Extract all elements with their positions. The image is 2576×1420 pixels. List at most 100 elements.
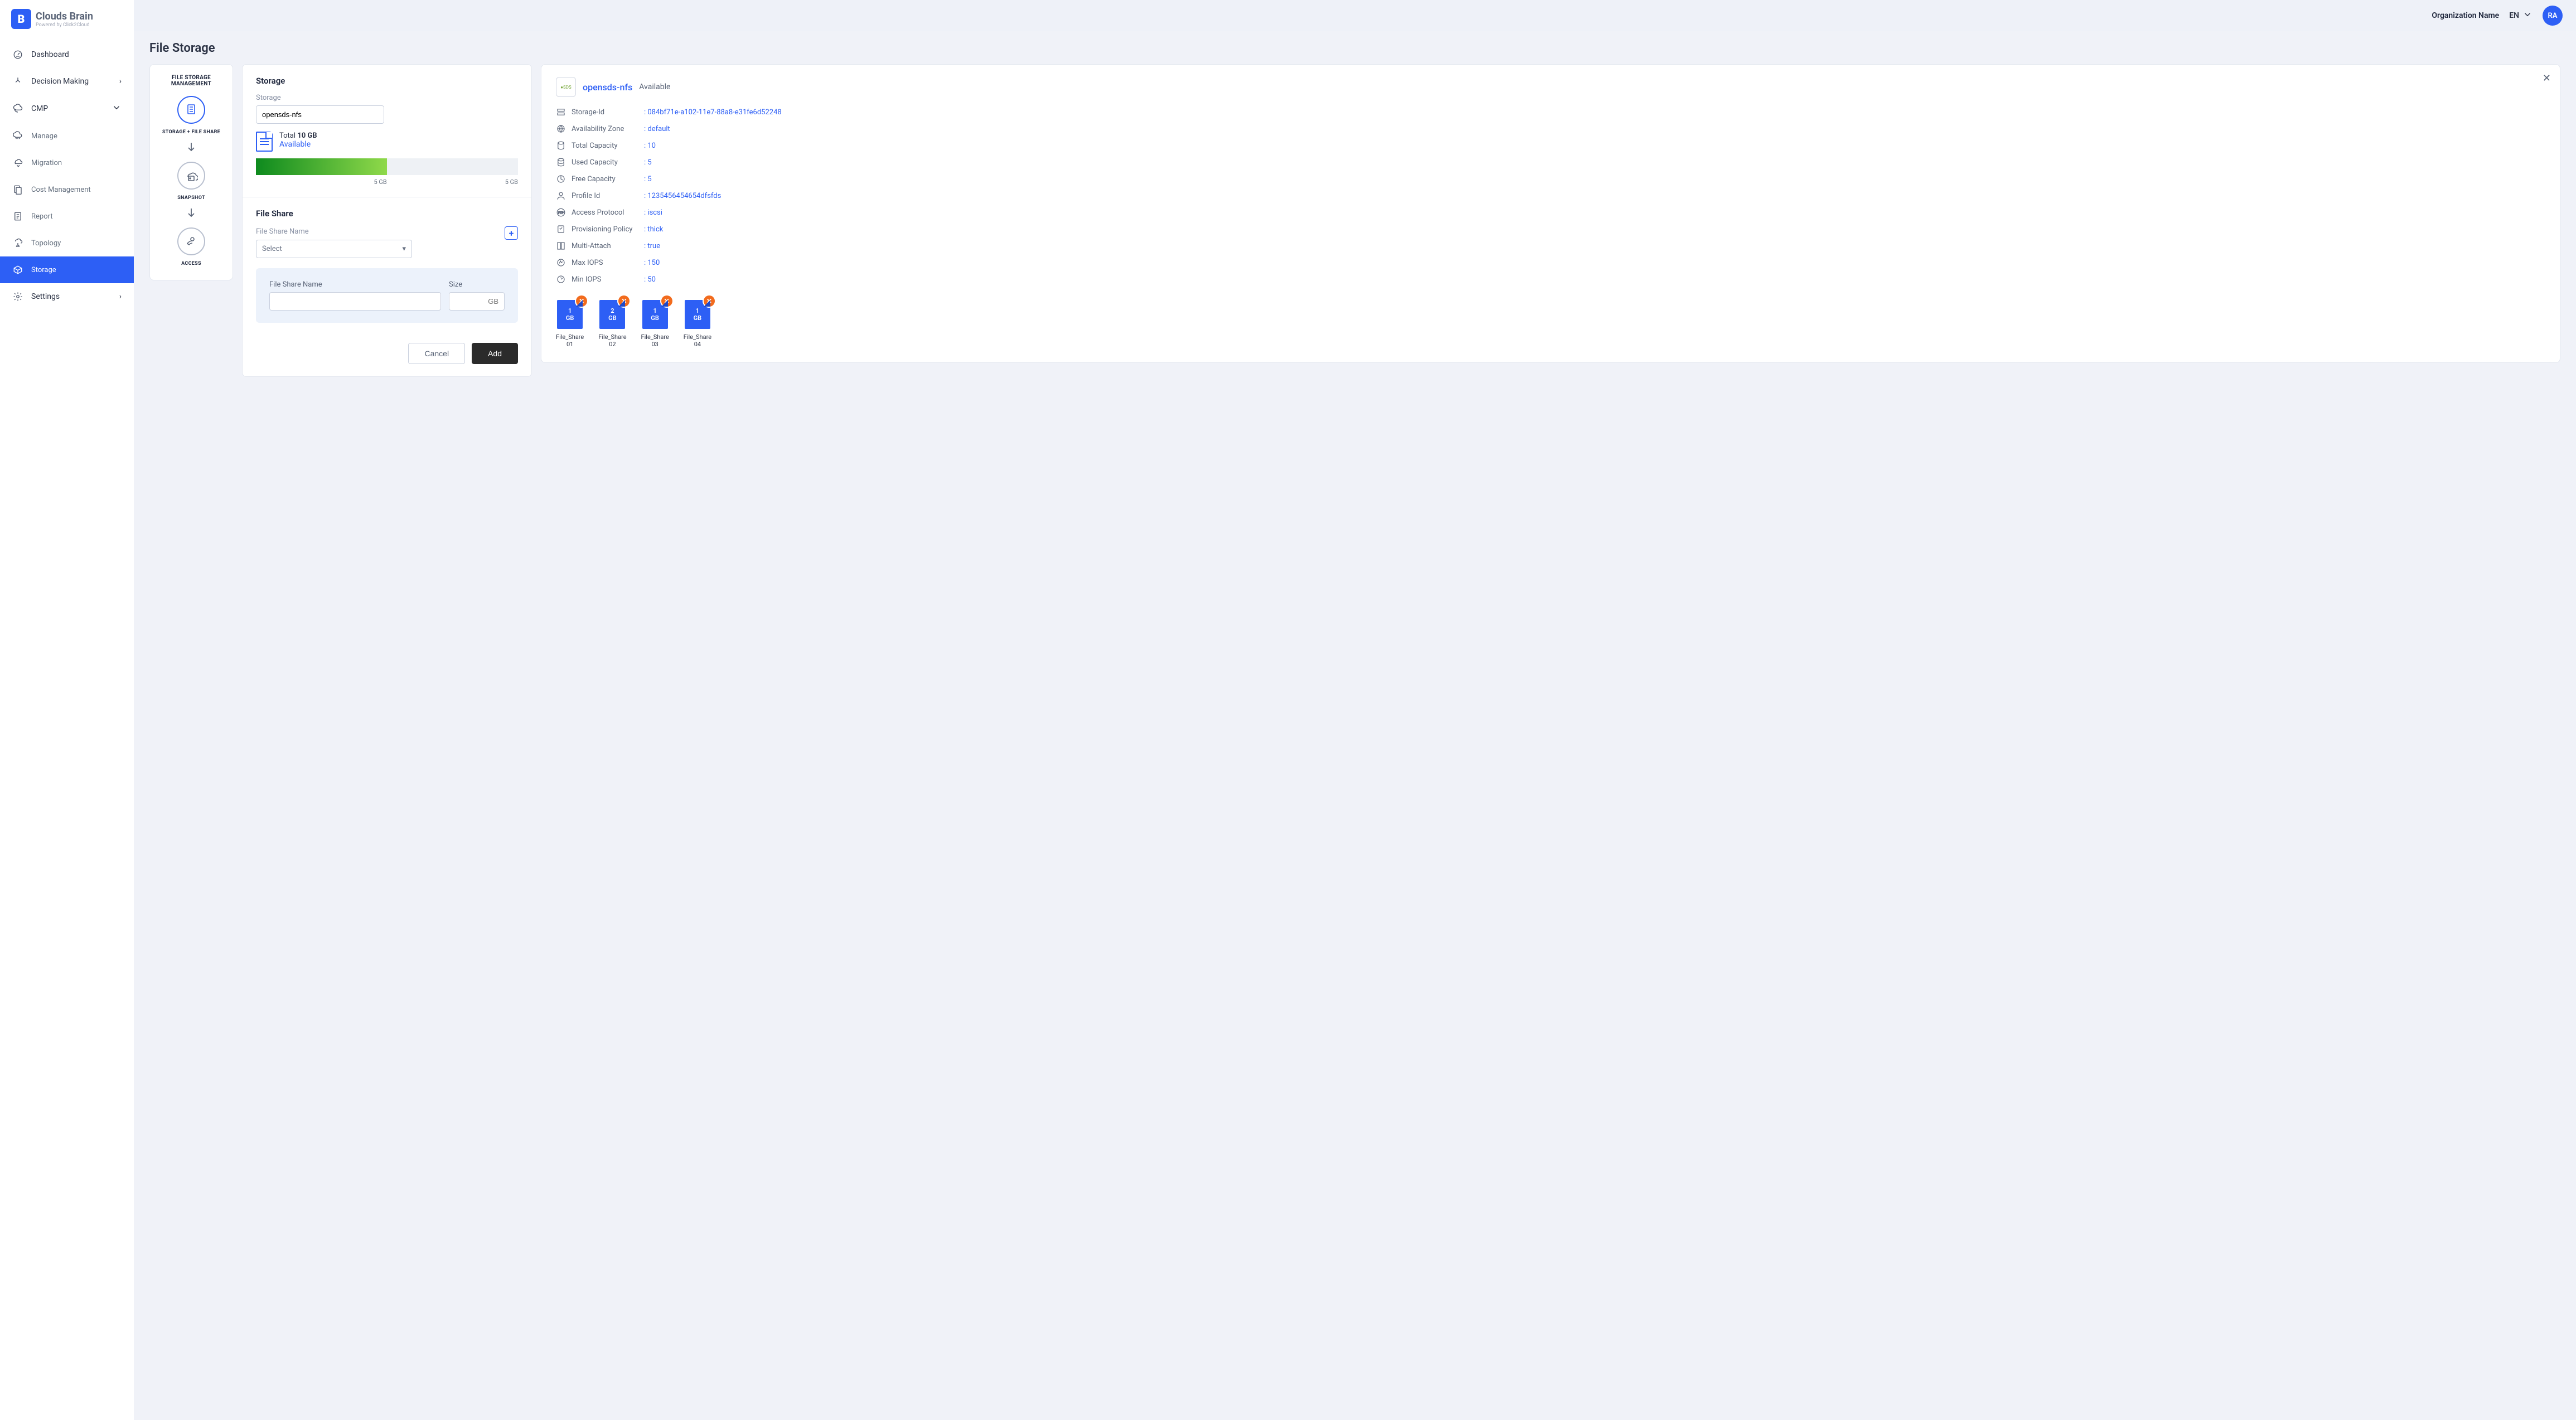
delete-icon[interactable]: ✕: [576, 295, 587, 307]
avatar[interactable]: RA: [2543, 6, 2563, 26]
storage-field-label: Storage: [256, 94, 518, 102]
topology-icon: [12, 238, 23, 249]
storage-status: Available: [279, 140, 317, 149]
select-placeholder: Select: [262, 245, 282, 253]
step-label: ACCESS: [181, 261, 201, 266]
storage-input[interactable]: [256, 105, 384, 124]
detail-value: : 5: [644, 158, 2545, 167]
nav-label: Dashboard: [31, 50, 69, 59]
chevron-right-icon: ›: [119, 292, 122, 301]
nav-label: Topology: [31, 239, 61, 248]
manage-icon: [12, 130, 23, 142]
nav-label: Settings: [31, 292, 60, 301]
nav-label: Report: [31, 212, 53, 221]
detail-value: : 10: [644, 142, 2545, 150]
decision-icon: [12, 76, 23, 87]
detail-key: Profile Id: [572, 192, 638, 200]
cost-icon: [12, 184, 23, 195]
delete-icon[interactable]: ✕: [661, 295, 672, 307]
detail-key: Access Protocol: [572, 209, 638, 217]
protocol-icon: FTP: [556, 207, 566, 217]
fileshare-form: File Share Name Size: [256, 268, 518, 323]
detail-value: : default: [644, 125, 2545, 133]
delete-icon[interactable]: ✕: [704, 295, 715, 307]
nav-label: Decision Making: [31, 77, 89, 86]
nav-decision-making[interactable]: Decision Making ›: [0, 68, 134, 95]
step-snapshot[interactable]: [177, 162, 205, 190]
fileshare-name-input[interactable]: [269, 292, 441, 311]
lang-label: EN: [2509, 11, 2519, 20]
chevron-down-icon: [2522, 9, 2533, 22]
logo: B Clouds Brain Powered by Click2Cloud: [0, 0, 134, 38]
total-capacity-label: Total 10 GB: [279, 132, 317, 140]
add-fileshare-button[interactable]: +: [505, 226, 518, 240]
cancel-button[interactable]: Cancel: [408, 343, 465, 364]
detail-value: : 150: [644, 259, 2545, 267]
file-share-name: File_Share 03: [641, 333, 669, 348]
nav-storage[interactable]: Storage: [0, 256, 134, 283]
page-title: File Storage: [134, 31, 2576, 64]
step-storage-fileshare[interactable]: [177, 96, 205, 124]
file-share-item[interactable]: 1GB✕ File_Share 03: [641, 300, 669, 348]
nav-label: Storage: [31, 266, 56, 274]
free-icon: [556, 174, 566, 184]
steps-panel: FILE STORAGE MANAGEMENT STORAGE + FILE S…: [149, 64, 233, 280]
report-icon: [12, 211, 23, 222]
nav-migration[interactable]: Migration: [0, 149, 134, 176]
nav-cmp[interactable]: CMP: [0, 95, 134, 123]
nav-dashboard[interactable]: Dashboard: [0, 41, 134, 68]
org-name[interactable]: Organization Name: [2432, 11, 2499, 20]
file-share-item[interactable]: 2GB✕ File_Share 02: [598, 300, 626, 348]
nav-cost-management[interactable]: Cost Management: [0, 176, 134, 203]
settings-icon: [12, 291, 23, 302]
nav-settings[interactable]: Settings ›: [0, 283, 134, 310]
nav-manage[interactable]: Manage: [0, 123, 134, 149]
arrow-down-icon: [185, 206, 198, 222]
min-iops-icon: [556, 274, 566, 284]
storage-icon: [12, 264, 23, 275]
used-capacity-value: 5 GB: [374, 178, 387, 186]
detail-key: Multi-Attach: [572, 242, 638, 250]
nav-label: CMP: [31, 104, 48, 113]
close-icon[interactable]: ✕: [2543, 72, 2551, 84]
multi-icon: [556, 241, 566, 251]
detail-key: Min IOPS: [572, 275, 638, 284]
step-access[interactable]: [177, 227, 205, 255]
svg-text:FTP: FTP: [558, 211, 564, 215]
add-button[interactable]: Add: [472, 343, 518, 364]
nav-label: Manage: [31, 132, 57, 140]
profile-icon: [556, 191, 566, 201]
max-iops-icon: [556, 258, 566, 268]
file-share-item[interactable]: 1GB✕ File_Share 04: [684, 300, 711, 348]
form-name-label: File Share Name: [269, 280, 441, 289]
detail-key: Max IOPS: [572, 259, 638, 267]
nav-label: Cost Management: [31, 186, 91, 194]
logo-icon: B: [11, 9, 31, 29]
detail-key: Total Capacity: [572, 142, 638, 150]
delete-icon[interactable]: ✕: [618, 295, 630, 307]
form-size-label: Size: [449, 280, 505, 289]
used-icon: [556, 157, 566, 167]
steps-heading: FILE STORAGE MANAGEMENT: [156, 75, 227, 87]
file-shares-list: 1GB✕ File_Share 01 2GB✕ File_Share 02 1G…: [556, 300, 2545, 348]
topbar: Organization Name EN RA: [134, 0, 2576, 31]
file-share-name: File_Share 04: [684, 333, 711, 348]
detail-value: : iscsi: [644, 209, 2545, 217]
fileshare-section-title: File Share: [256, 209, 518, 219]
chevron-right-icon: ›: [119, 77, 122, 86]
file-share-name: File_Share 01: [556, 333, 584, 348]
nav-topology[interactable]: Topology: [0, 230, 134, 256]
free-capacity-value: 5 GB: [505, 178, 518, 186]
fileshare-select[interactable]: Select ▾: [256, 240, 412, 258]
nav-report[interactable]: Report: [0, 203, 134, 230]
language-selector[interactable]: EN: [2509, 9, 2533, 22]
migration-icon: [12, 157, 23, 168]
detail-key: Storage-Id: [572, 108, 638, 117]
fileshare-size-input[interactable]: [449, 292, 505, 311]
details-name: opensds-nfs: [583, 82, 632, 93]
cmp-icon: [12, 103, 23, 114]
details-list: Storage-Id : 084bf71e-a102-11e7-88a8-e31…: [556, 107, 2545, 284]
nav-label: Migration: [31, 159, 62, 167]
file-share-item[interactable]: 1GB✕ File_Share 01: [556, 300, 584, 348]
capacity-icon: [556, 140, 566, 151]
